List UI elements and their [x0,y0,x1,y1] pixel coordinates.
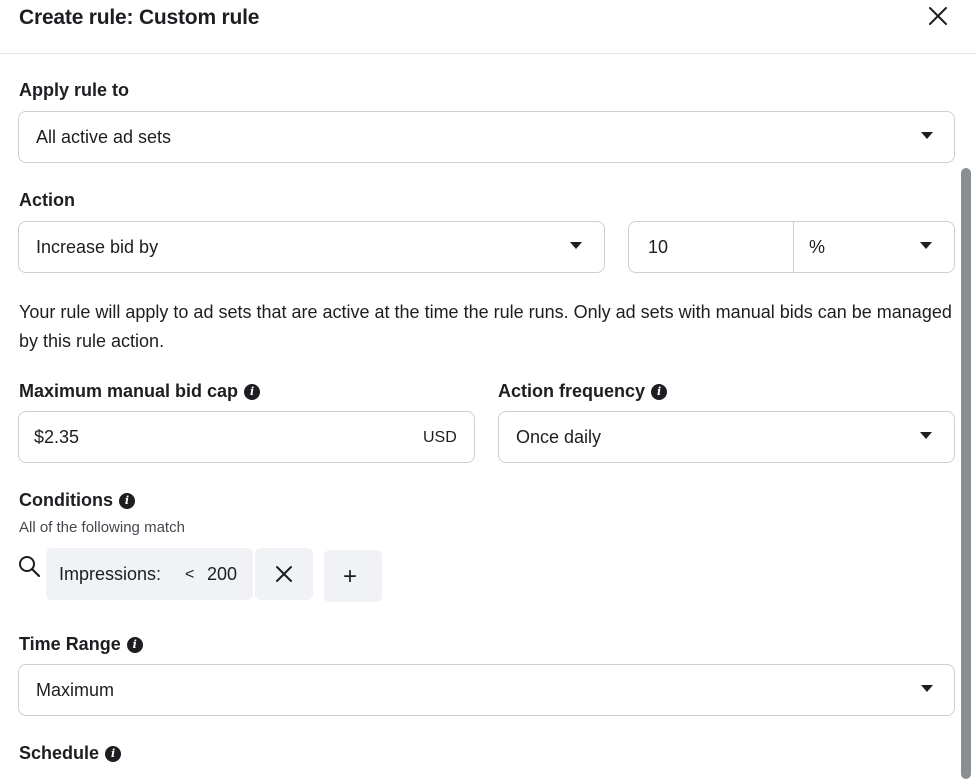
field-divider [793,222,794,272]
chevron-down-icon [570,242,582,249]
frequency-label: Action frequency i [498,381,668,402]
chevron-down-icon [921,132,933,139]
frequency-value: Once daily [516,427,602,447]
info-icon[interactable]: i [126,636,143,653]
schedule-label: Schedule i [19,743,122,764]
remove-condition-button[interactable] [255,548,313,600]
frequency-select[interactable]: Once daily [498,411,955,463]
info-icon[interactable]: i [244,383,261,400]
close-icon [276,566,292,582]
condition-value: 200 [207,564,238,584]
conditions-label: Conditions i [19,490,135,511]
apply-rule-value: All active ad sets [36,127,172,147]
chevron-down-icon [920,432,932,439]
action-unit-select[interactable]: % [809,237,825,258]
currency-label: USD [423,429,457,446]
action-amount-group: 10 % [628,221,955,273]
apply-rule-label: Apply rule to [19,80,130,100]
action-select[interactable]: Increase bid by [18,221,605,273]
rule-description: Your rule will apply to ad sets that are… [19,302,952,351]
info-icon[interactable]: i [651,383,668,400]
dialog-title: Create rule: Custom rule [19,6,260,29]
search-icon [19,556,41,578]
dialog-header: Create rule: Custom rule [0,0,976,54]
add-condition-button[interactable]: + [324,550,382,602]
close-icon[interactable] [926,4,950,28]
action-label: Action [19,190,75,210]
time-range-select[interactable]: Maximum [18,664,955,716]
bid-cap-label: Maximum manual bid cap i [19,381,261,402]
action-amount-input[interactable]: 10 [648,237,668,258]
info-icon[interactable]: i [118,492,135,509]
action-value: Increase bid by [36,237,159,257]
conditions-subtitle: All of the following match [19,519,185,536]
bid-cap-input[interactable]: $2.35 USD [18,411,475,463]
condition-operator: < [185,566,195,583]
condition-metric: Impressions: [59,564,162,584]
plus-icon: + [343,563,358,590]
chevron-down-icon [921,685,933,692]
time-range-label: Time Range i [19,634,143,655]
chevron-down-icon [920,242,932,249]
scrollbar[interactable] [961,168,971,779]
time-range-value: Maximum [36,680,115,700]
bid-cap-value: $2.35 [34,427,80,447]
condition-chip[interactable]: Impressions: < 200 [46,548,253,600]
info-icon[interactable]: i [105,745,122,762]
apply-rule-select[interactable]: All active ad sets [18,111,955,163]
